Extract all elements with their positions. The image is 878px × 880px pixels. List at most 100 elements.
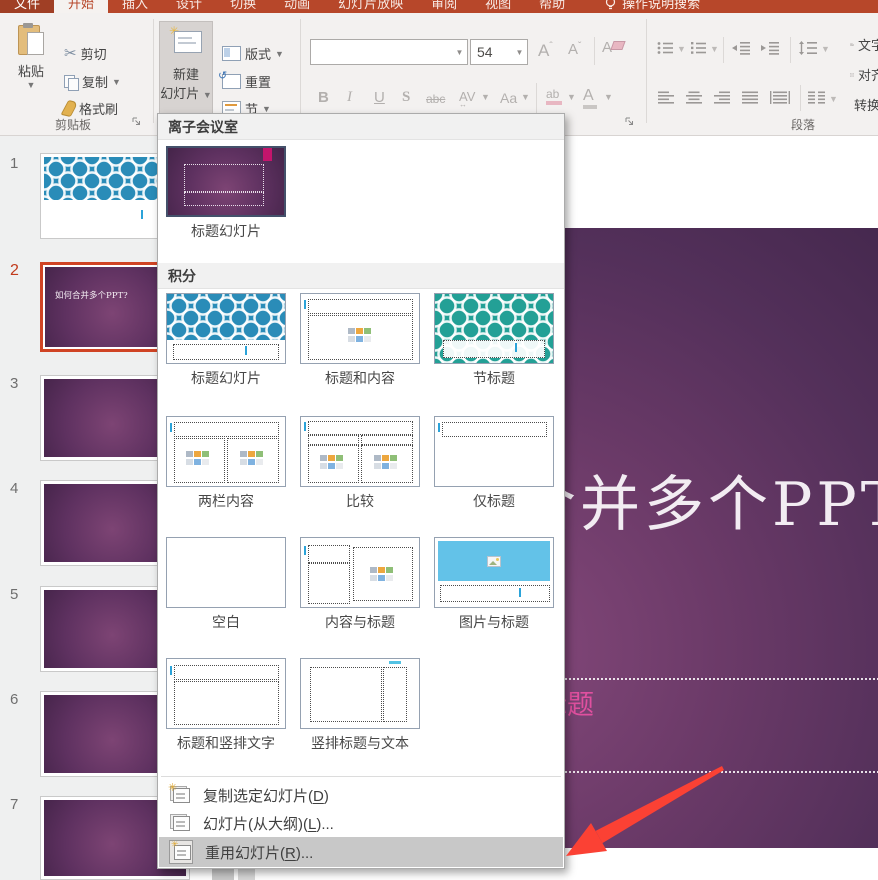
align-left-button[interactable]	[658, 91, 674, 104]
bullets-button[interactable]	[657, 41, 674, 55]
columns-button[interactable]	[808, 91, 825, 104]
tab-transitions[interactable]: 切换	[216, 0, 270, 13]
layout-thumbnail[interactable]	[300, 658, 420, 729]
bullets-caret[interactable]: ▼	[677, 44, 686, 54]
font-name-combobox[interactable]: ▼	[310, 39, 468, 65]
layout-cell-picture-with-caption[interactable]: 图片与标题	[434, 537, 554, 632]
font-size-dropdown-caret[interactable]: ▼	[512, 48, 527, 57]
paste-button[interactable]: 粘贴 ▼	[8, 23, 54, 90]
layout-thumbnail[interactable]	[300, 416, 420, 487]
layout-cell-blank[interactable]: 空白	[166, 537, 286, 632]
tab-home[interactable]: 开始	[54, 0, 108, 13]
layout-thumbnail[interactable]	[166, 146, 286, 217]
tab-view[interactable]: 视图	[471, 0, 525, 13]
menu-item-slides-from-outline[interactable]: 幻灯片(从大纲)(L)...	[159, 809, 563, 837]
layout-icon	[222, 46, 241, 61]
slide-number: 5	[10, 586, 28, 603]
convert-smartart-button[interactable]: 转换为SmartArt	[850, 95, 878, 114]
tab-file[interactable]: 文件	[0, 0, 54, 13]
justify-button[interactable]	[742, 91, 758, 104]
paste-dropdown-caret[interactable]: ▼	[27, 80, 36, 90]
copy-dropdown-caret[interactable]: ▼	[112, 77, 121, 87]
font-name-dropdown-caret[interactable]: ▼	[452, 48, 467, 57]
strikethrough-button[interactable]: abc	[426, 92, 445, 106]
align-text-button[interactable]: 对齐文本	[850, 65, 878, 84]
font-color-caret[interactable]: ▼	[604, 92, 613, 102]
layout-cell-content-with-caption[interactable]: 内容与标题	[300, 537, 420, 632]
new-slide-icon: ✳	[171, 28, 201, 52]
layout-label: 图片与标题	[434, 612, 554, 632]
tab-design[interactable]: 设计	[162, 0, 216, 13]
reuse-slides-icon: ✳	[169, 840, 193, 864]
copy-button[interactable]: 复制 ▼	[64, 72, 121, 91]
layout-thumbnail[interactable]	[300, 293, 420, 364]
scissors-icon: ✂	[64, 47, 77, 61]
layout-cell-title-and-vertical-text[interactable]: 标题和竖排文字	[166, 658, 286, 753]
layout-thumbnail[interactable]	[166, 293, 286, 364]
tab-insert[interactable]: 插入	[108, 0, 162, 13]
layout-cell-vertical-title-and-text[interactable]: 竖排标题与文本	[300, 658, 420, 753]
layout-thumbnail[interactable]	[166, 537, 286, 608]
font-dialog-launcher[interactable]	[624, 116, 635, 127]
layout-thumbnail[interactable]	[434, 293, 554, 364]
layout-cell-ion-title-slide[interactable]: 标题幻灯片	[166, 146, 286, 241]
change-case-caret[interactable]: ▼	[521, 92, 530, 102]
italic-button[interactable]: I	[347, 89, 352, 106]
align-center-button[interactable]	[686, 91, 702, 104]
numbering-button[interactable]	[690, 41, 707, 55]
tab-slideshow[interactable]: 幻灯片放映	[324, 0, 417, 13]
layout-thumbnail[interactable]	[300, 537, 420, 608]
text-shadow-button[interactable]: S	[402, 89, 410, 106]
scrollbar-notch[interactable]	[238, 869, 255, 880]
line-spacing-caret[interactable]: ▼	[821, 44, 830, 54]
shrink-font-button[interactable]: Aˇ	[568, 41, 581, 58]
clipboard-dialog-launcher[interactable]	[131, 116, 142, 127]
line-spacing-button[interactable]	[798, 41, 818, 55]
character-spacing-button[interactable]: AV↔	[459, 89, 475, 109]
align-right-button[interactable]	[714, 91, 730, 104]
numbering-caret[interactable]: ▼	[710, 44, 719, 54]
layout-cell-comparison[interactable]: 比较	[300, 416, 420, 511]
text-direction-button[interactable]: A 文字方向	[850, 35, 878, 54]
change-case-button[interactable]: Aa	[500, 90, 517, 106]
reset-button[interactable]: 重置	[222, 72, 271, 91]
reset-icon	[222, 74, 241, 89]
grow-font-button[interactable]: Aˆ	[538, 41, 553, 61]
bold-button[interactable]: B	[318, 89, 329, 106]
menu-item-duplicate-selected-slides[interactable]: ✳ 复制选定幻灯片(D)	[159, 781, 563, 809]
columns-caret[interactable]: ▼	[829, 94, 838, 104]
layout-thumbnail[interactable]	[166, 658, 286, 729]
font-color-button[interactable]: A	[583, 87, 597, 109]
menu-item-reuse-slides[interactable]: ✳ 重用幻灯片(R)...	[159, 837, 563, 867]
layout-cell-title-and-content[interactable]: 标题和内容	[300, 293, 420, 388]
tab-animations[interactable]: 动画	[270, 0, 324, 13]
layout-thumbnail[interactable]	[434, 537, 554, 608]
clear-formatting-button[interactable]: A	[602, 39, 622, 57]
layout-cell-title-only[interactable]: 仅标题	[434, 416, 554, 511]
increase-indent-button[interactable]	[760, 41, 780, 55]
tell-me-search[interactable]: 操作说明搜索	[579, 0, 700, 13]
tab-help[interactable]: 帮助	[525, 0, 579, 13]
tab-review[interactable]: 审阅	[417, 0, 471, 13]
decrease-indent-button[interactable]	[731, 41, 751, 55]
font-name-input[interactable]	[311, 43, 452, 61]
distribute-text-button[interactable]	[770, 91, 790, 104]
cut-button[interactable]: ✂ 剪切	[64, 44, 107, 63]
layout-thumbnail[interactable]	[434, 416, 554, 487]
text-highlight-button[interactable]: ab	[546, 87, 562, 105]
new-slide-button[interactable]: ✳ 新建 幻灯片 ▼	[159, 21, 213, 123]
lightbulb-icon	[605, 0, 616, 12]
font-size-combobox[interactable]: ▼	[470, 39, 528, 65]
font-size-input[interactable]	[471, 43, 512, 61]
layout-button[interactable]: 版式▼	[222, 44, 284, 63]
layout-label: 空白	[166, 612, 286, 632]
scrollbar-notch[interactable]	[212, 869, 234, 880]
svg-text:A: A	[853, 43, 854, 46]
layout-thumbnail[interactable]	[166, 416, 286, 487]
layout-cell-section-header[interactable]: 节标题	[434, 293, 554, 388]
layout-cell-two-content[interactable]: 两栏内容	[166, 416, 286, 511]
layout-cell-title-slide[interactable]: 标题幻灯片	[166, 293, 286, 388]
text-highlight-caret[interactable]: ▼	[567, 92, 576, 102]
character-spacing-caret[interactable]: ▼	[481, 92, 490, 102]
underline-button[interactable]: U	[374, 89, 385, 106]
